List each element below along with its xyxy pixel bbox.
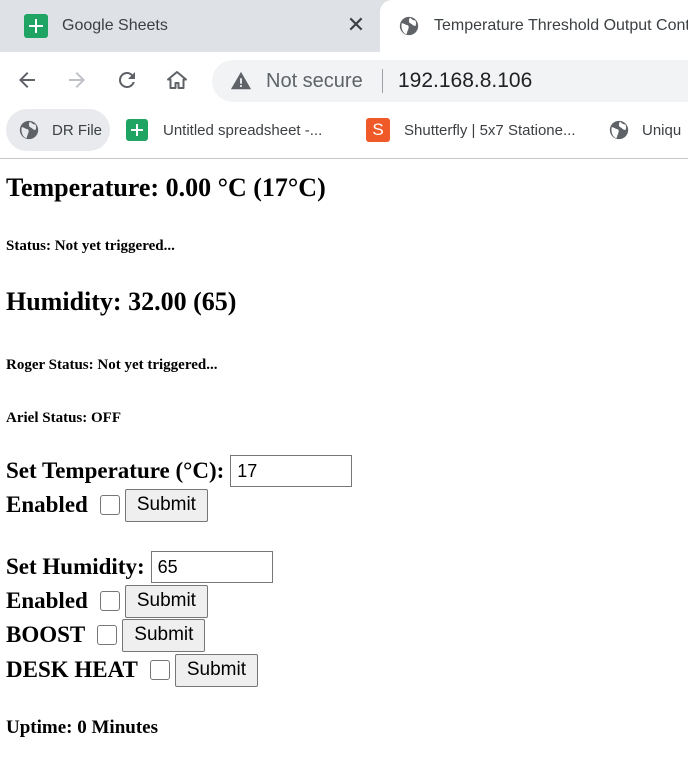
tab-strip: Google Sheets ✕ Temperature Threshold Ou… <box>0 0 688 52</box>
uptime-text: Uptime: 0 Minutes <box>6 717 158 738</box>
reload-icon <box>118 71 135 88</box>
bookmark-label: Untitled spreadsheet -... <box>163 121 323 139</box>
temperature-heading: Temperature: 0.00 °C (17°C) <box>6 173 326 202</box>
bookmark-label: Uniqu <box>642 121 682 139</box>
browser-toolbar: Not secure 192.168.8.106 <box>0 52 688 108</box>
desk-heat-checkbox[interactable] <box>149 660 170 680</box>
home-icon <box>167 71 187 89</box>
enabled-label: Enabled <box>6 492 88 517</box>
bookmark-dr-file[interactable]: DR File <box>6 109 110 151</box>
home-button[interactable] <box>161 64 193 96</box>
set-humidity-label: Set Humidity: <box>6 554 145 579</box>
temperature-enabled-row: Enabled Submit <box>6 488 208 522</box>
bookmark-label: DR File <box>52 121 103 139</box>
boost-submit-button[interactable]: Submit <box>122 618 206 652</box>
tab-title: Temperature Threshold Output Contr <box>434 17 688 34</box>
bookmark-label: Shutterfly | 5x7 Statione... <box>404 121 576 139</box>
url-text[interactable]: 192.168.8.106 <box>398 69 532 93</box>
warning-icon[interactable] <box>230 70 252 92</box>
reload-button[interactable] <box>111 64 143 96</box>
bookmark-unique[interactable]: Uniqu <box>608 108 681 152</box>
forward-arrow-icon <box>69 72 85 88</box>
set-temperature-label: Set Temperature (°C): <box>6 458 225 483</box>
back-button[interactable] <box>11 64 43 96</box>
shutterfly-icon: S <box>366 118 390 142</box>
desk-heat-row: DESK HEAT Submit <box>6 653 258 687</box>
desk-heat-label: DESK HEAT <box>6 657 138 682</box>
tab-title: Google Sheets <box>62 17 168 34</box>
set-humidity-row: Set Humidity: <box>6 550 273 584</box>
enabled-label: Enabled <box>6 588 88 613</box>
back-arrow-icon <box>19 72 35 88</box>
globe-icon <box>19 120 39 140</box>
desk-heat-submit-button[interactable]: Submit <box>174 653 258 687</box>
globe-icon <box>399 16 419 36</box>
status-text: Status: Not yet triggered... <box>6 238 175 254</box>
sheets-icon <box>126 119 148 141</box>
forward-button[interactable] <box>61 64 93 96</box>
humidity-enabled-checkbox[interactable] <box>99 591 120 611</box>
roger-status-text: Roger Status: Not yet triggered... <box>6 357 218 373</box>
boost-label: BOOST <box>6 622 86 647</box>
sheets-icon <box>24 14 48 38</box>
set-temperature-row: Set Temperature (°C): <box>6 454 353 488</box>
tab-temperature-control[interactable]: Temperature Threshold Output Contr <box>380 0 688 52</box>
ariel-status-text: Ariel Status: OFF <box>6 410 121 426</box>
humidity-submit-button[interactable]: Submit <box>124 584 208 618</box>
address-bar[interactable]: Not secure 192.168.8.106 <box>212 60 688 102</box>
tab-google-sheets[interactable]: Google Sheets ✕ <box>0 0 380 52</box>
close-icon[interactable]: ✕ <box>344 13 368 37</box>
humidity-enabled-row: Enabled Submit <box>6 584 208 618</box>
bookmark-shutterfly[interactable]: S Shutterfly | 5x7 Statione... <box>366 108 576 152</box>
temperature-input[interactable] <box>230 455 353 487</box>
humidity-heading: Humidity: 32.00 (65) <box>6 287 237 316</box>
security-label[interactable]: Not secure <box>266 70 363 93</box>
temperature-submit-button[interactable]: Submit <box>124 488 208 522</box>
globe-icon <box>609 120 629 140</box>
boost-row: BOOST Submit <box>6 618 206 652</box>
boost-checkbox[interactable] <box>97 625 118 645</box>
humidity-input[interactable] <box>150 551 273 583</box>
bookmark-untitled-spreadsheet[interactable]: Untitled spreadsheet -... <box>126 108 322 152</box>
omnibox-divider <box>382 69 383 93</box>
bookmarks-bar: DR File Untitled spreadsheet -... S Shut… <box>0 108 688 159</box>
temperature-enabled-checkbox[interactable] <box>99 495 120 515</box>
